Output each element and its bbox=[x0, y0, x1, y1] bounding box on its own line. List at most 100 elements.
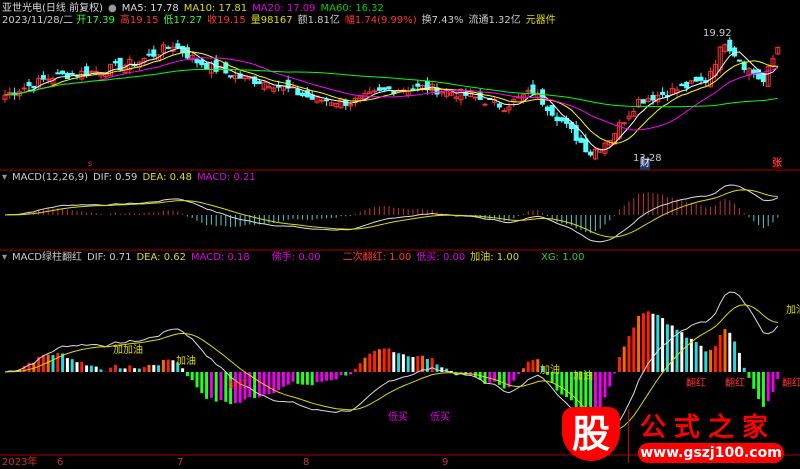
candle bbox=[693, 76, 699, 82]
candle bbox=[640, 99, 646, 104]
lower-dif: DIF: 0.71 bbox=[87, 252, 132, 263]
amount: 额1.81亿 bbox=[297, 15, 340, 26]
ma20-value: MA20: 17.09 bbox=[252, 3, 316, 14]
sector[interactable]: 元器件 bbox=[526, 15, 556, 26]
signal-jiayou: 加油 bbox=[540, 365, 560, 376]
lower-foshou: 佛手: 0.00 bbox=[271, 252, 321, 263]
marker-cai[interactable]: 财 bbox=[640, 158, 650, 170]
stock-name[interactable]: 亚世光电(日线 前复权) bbox=[2, 3, 103, 14]
candle bbox=[583, 138, 589, 153]
stock-chart[interactable] bbox=[0, 0, 800, 467]
candle bbox=[472, 96, 478, 99]
header-row-1: 亚世光电(日线 前复权) ● MA5: 17.78 MA10: 17.81 MA20: … bbox=[2, 3, 389, 15]
axis-month-9: 9 bbox=[442, 457, 449, 468]
candle bbox=[175, 43, 181, 49]
panel-toggle-icon[interactable]: ▾ bbox=[2, 172, 7, 183]
candle bbox=[588, 151, 594, 156]
signal-jiayou: 加油 bbox=[786, 305, 800, 316]
candle bbox=[295, 88, 301, 96]
lower-dimai: 低买: 0.00 bbox=[416, 252, 466, 263]
candle bbox=[88, 70, 94, 73]
open: 开17.39 bbox=[76, 15, 115, 26]
dea-line bbox=[4, 189, 778, 238]
dif-line bbox=[4, 184, 779, 243]
candle bbox=[410, 88, 416, 91]
high-price-label: 19.92 bbox=[703, 28, 732, 39]
candle bbox=[146, 53, 152, 56]
candle bbox=[31, 85, 37, 89]
signal-jiayou: 加油 bbox=[176, 356, 196, 367]
ma60-value: MA60: 16.32 bbox=[320, 3, 384, 14]
candle bbox=[650, 94, 656, 101]
candle bbox=[165, 46, 171, 49]
candle bbox=[381, 87, 387, 91]
signal-dimai: 低买 bbox=[388, 412, 408, 423]
candle bbox=[276, 85, 282, 88]
candle bbox=[501, 110, 507, 113]
candle bbox=[204, 62, 210, 70]
candle bbox=[578, 137, 584, 143]
candle bbox=[256, 81, 262, 85]
volume: 量98167 bbox=[250, 15, 293, 26]
signal-fanhong: 翻红 bbox=[725, 378, 745, 389]
signal-fanhong: 翻红 bbox=[782, 378, 800, 389]
candle bbox=[26, 82, 32, 87]
candle bbox=[559, 117, 565, 122]
signal-fanhong: 翻红 bbox=[228, 380, 248, 391]
candle bbox=[45, 78, 51, 81]
lower-jiayou: 加油: 1.00 bbox=[470, 252, 520, 263]
candle bbox=[496, 103, 502, 108]
candle bbox=[621, 122, 627, 125]
candle bbox=[482, 103, 488, 106]
candle bbox=[679, 83, 685, 87]
marker-zhang[interactable]: 张 bbox=[772, 158, 782, 170]
panel-toggle-icon[interactable]: ▾ bbox=[2, 252, 7, 263]
macd-header: ▾ MACD(12,26,9) DIF: 0.59 DEA: 0.48 MACD: 0.… bbox=[2, 172, 261, 184]
lower-header: ▾ MACD绿柱翻红 DIF: 0.71 DEA: 0.62 MACD: 0.18 佛手:… bbox=[2, 252, 590, 264]
candle bbox=[151, 49, 157, 57]
change: 幅1.74(9.99%) bbox=[344, 15, 417, 26]
macd-value: MACD: 0.21 bbox=[196, 172, 256, 183]
candle bbox=[549, 104, 555, 116]
settings-circle-icon[interactable]: ● bbox=[108, 3, 117, 14]
high: 高19.15 bbox=[119, 15, 159, 26]
signal-fanhong: 翻红 bbox=[686, 378, 706, 389]
ma5-value: MA5: 17.78 bbox=[121, 3, 179, 14]
candle bbox=[194, 59, 200, 64]
axis-year: 2023年 bbox=[2, 457, 38, 468]
candle bbox=[530, 84, 536, 95]
candle bbox=[324, 99, 330, 102]
close: 收19.15 bbox=[207, 15, 246, 26]
candle bbox=[319, 99, 325, 102]
candle bbox=[112, 61, 118, 64]
macd-dea: DEA: 0.48 bbox=[142, 172, 192, 183]
signal-jiajiayou: 加加油 bbox=[113, 345, 143, 356]
watermark-logo: 股 公式之家 www.gszj100.com bbox=[560, 405, 800, 467]
candle bbox=[386, 86, 392, 90]
candle bbox=[300, 92, 306, 97]
turnover: 换7.43% bbox=[421, 15, 464, 26]
lower-fanhong: 二次翻红: 1.00 bbox=[342, 252, 412, 263]
candle bbox=[698, 76, 704, 81]
candle bbox=[540, 89, 546, 105]
candle bbox=[93, 70, 99, 73]
candle bbox=[55, 72, 61, 75]
logo-badge: 股 bbox=[562, 407, 620, 461]
macd-title[interactable]: MACD(12,26,9) bbox=[12, 172, 88, 183]
date: 2023/11/28/二 bbox=[2, 15, 74, 26]
logo-text: 公式之家 bbox=[640, 413, 777, 443]
candle bbox=[247, 77, 253, 80]
signal-dimai: 低买 bbox=[430, 412, 450, 423]
marker-s: s bbox=[88, 159, 93, 168]
logo-url: www.gszj100.com bbox=[638, 443, 784, 463]
candle bbox=[554, 116, 560, 122]
candle bbox=[660, 91, 666, 95]
candle bbox=[21, 87, 27, 90]
candle bbox=[544, 106, 550, 112]
axis-month-6: 6 bbox=[57, 457, 64, 468]
lower-macd: MACD: 0.18 bbox=[190, 252, 250, 263]
signal-jiayou: 加油 bbox=[573, 371, 593, 382]
float-shares: 流通1.32亿 bbox=[468, 15, 521, 26]
lower-title[interactable]: MACD绿柱翻红 bbox=[12, 252, 82, 263]
candle bbox=[228, 75, 234, 78]
